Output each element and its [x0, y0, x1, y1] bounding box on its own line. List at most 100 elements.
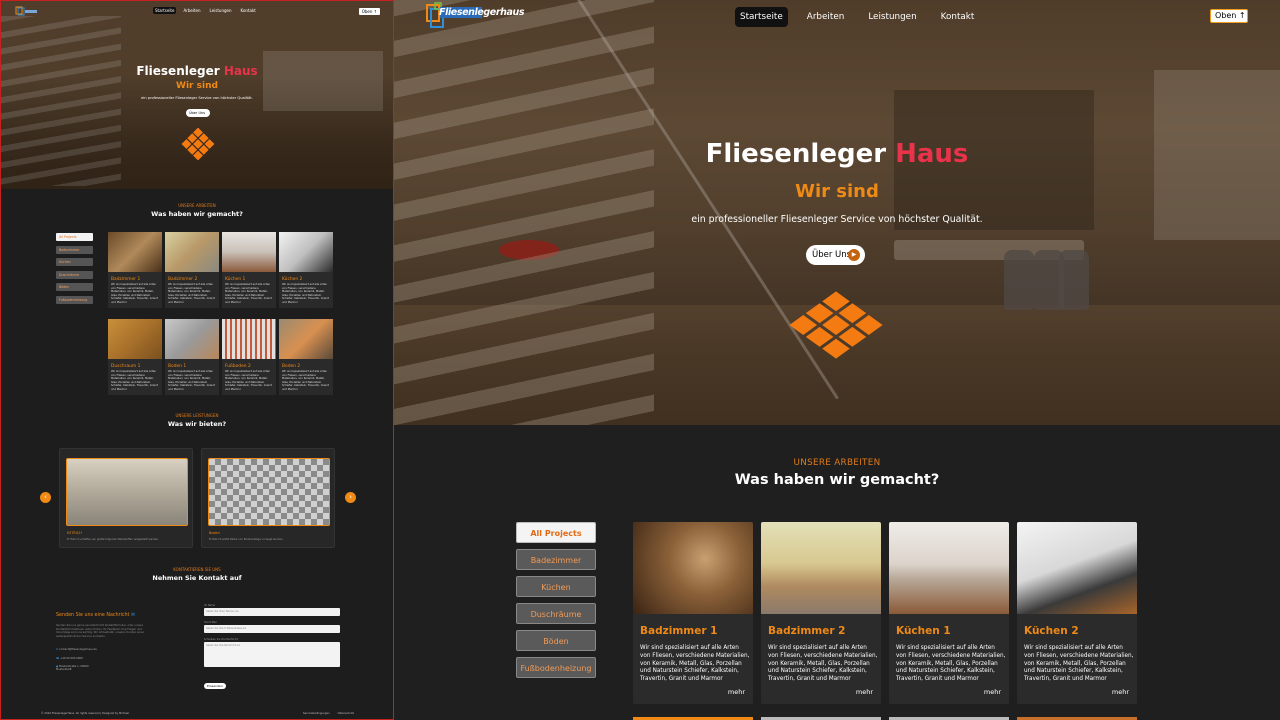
thumb-card-title: Küchen 2	[282, 277, 303, 282]
thumb-card-image	[165, 319, 219, 359]
nav-kontakt[interactable]: Kontakt	[936, 7, 980, 27]
filter-boden[interactable]: Böden	[516, 630, 596, 651]
thumb-filter-all[interactable]: All Projects	[56, 233, 93, 241]
thumb-card-text: Wir sind spezialisiert auf alle Arten vo…	[168, 283, 215, 304]
thumb-phone-text: +49 00 000 0000	[60, 657, 83, 660]
project-card[interactable]: Küchen 2 Wir sind spezialisiert auf alle…	[1017, 522, 1137, 704]
thumb-card[interactable]: Küchen 2 Wir sind spezialisiert auf alle…	[279, 232, 333, 308]
thumb-card-title: Badzimmer 2	[168, 277, 198, 282]
thumb-contact-heading-text: Senden Sie uns eine Nachricht	[56, 613, 130, 618]
thumb-filter-kuchen[interactable]: Küchen	[56, 258, 93, 267]
thumb-card[interactable]: Küchen 1 Wir sind spezialisiert auf alle…	[222, 232, 276, 308]
thumb-hero-tagline: ein professioneller Fliesenleger Service…	[141, 96, 253, 100]
project-card[interactable]: Küchen 1 Wir sind spezialisiert auf alle…	[889, 522, 1009, 704]
arrow-up-icon: ↑	[1238, 11, 1246, 20]
filter-fussbodenheizung[interactable]: Fußbodenheizung	[516, 657, 596, 678]
thumb-footer-link-privacy[interactable]: Datenschutz	[338, 712, 354, 715]
thumb-filter-duschraume[interactable]: Duschräume	[56, 270, 93, 279]
thumb-card[interactable]: Badzimmer 1 Wir sind spezialisiert auf a…	[108, 232, 162, 308]
thumb-service-card[interactable]: ESTRICH Er Estrich schaffen ein glatte f…	[59, 448, 193, 548]
filter-badezimmer[interactable]: Badezimmer	[516, 549, 596, 570]
thumb-message-field[interactable]: Geben Sie Ihre Nachricht ein	[204, 642, 340, 667]
thumb-card-text: Wir sind spezialisiert auf alle Arten vo…	[168, 370, 215, 391]
thumb-submit-button[interactable]: Einsenden	[204, 683, 226, 689]
thumb-carousel-prev-icon[interactable]: ‹	[40, 492, 51, 503]
thumb-email-text: contact@fliesenlegerhaus.de	[59, 648, 97, 651]
thumb-card[interactable]: Duschraum 1 Wir sind spezialisiert auf a…	[108, 319, 162, 395]
more-link[interactable]: mehr	[1112, 688, 1129, 696]
nav-startseite[interactable]: Startseite	[735, 7, 788, 27]
thumb-card-title: Duschraum 1	[111, 364, 141, 369]
project-title: Badzimmer 2	[768, 625, 846, 637]
email-icon: ✉	[56, 648, 59, 651]
nav-arbeiten[interactable]: Arbeiten	[802, 7, 850, 27]
thumb-card-image	[165, 232, 219, 272]
thumb-services-title: Was wir bieten?	[167, 420, 227, 428]
thumb-filter-boden[interactable]: Böden	[56, 283, 93, 292]
hero-subtitle: Wir sind	[795, 181, 879, 202]
phone-icon: ☎	[56, 657, 60, 660]
more-link[interactable]: mehr	[856, 688, 873, 696]
nav-leistungen[interactable]: Leistungen	[863, 7, 921, 27]
uber-uns-button[interactable]: Über Uns ▶	[806, 245, 865, 265]
thumb-form-label-name: Ihr Name	[204, 604, 216, 607]
more-link[interactable]: mehr	[728, 688, 745, 696]
thumb-email-field[interactable]: Geben Sie Ihre E-Mail-Adresse ein	[204, 625, 340, 633]
site-logo[interactable]: Fliesenlegerhaus	[426, 2, 525, 30]
project-text: Wir sind spezialisiert auf alle Arten vo…	[640, 645, 750, 683]
project-title: Badzimmer 1	[640, 625, 718, 637]
screenshot-canvas: Startseite Arbeiten Leistungen Kontakt O…	[0, 0, 1280, 720]
thumb-hero-title: Fliesenleger Haus	[1, 64, 393, 78]
main-nav: Startseite Arbeiten Leistungen Kontakt	[735, 7, 993, 27]
project-title: Küchen 2	[1024, 625, 1079, 637]
filter-all-projects[interactable]: All Projects	[516, 522, 596, 543]
thumb-card[interactable]: Boden 1 Wir sind spezialisiert auf alle …	[165, 319, 219, 395]
thumb-nav-kontakt[interactable]: Kontakt	[239, 7, 258, 14]
thumb-footer-link-terms[interactable]: Servicebedingungen	[303, 712, 330, 715]
thumb-name-field[interactable]: Geben Sie Ihren Namen ein	[204, 608, 340, 616]
thumb-card-title: Küchen 1	[225, 277, 246, 282]
thumb-card[interactable]: Fußboden 2 Wir sind spezialisiert auf al…	[222, 319, 276, 395]
filter-duschraume[interactable]: Duschräume	[516, 603, 596, 624]
thumb-works-title: Was haben wir gemacht?	[151, 210, 243, 218]
thumb-card-text: Wir sind spezialisiert auf alle Arten vo…	[111, 283, 158, 304]
project-card[interactable]: Badzimmer 2 Wir sind spezialisiert auf a…	[761, 522, 881, 704]
project-image	[761, 522, 881, 614]
project-image	[633, 522, 753, 614]
thumb-services-small: UNSERE LEISTUNGEN	[175, 413, 219, 418]
thumb-card-image	[222, 232, 276, 272]
thumb-oben-button[interactable]: Oben ↑	[358, 8, 380, 15]
thumb-card-image	[222, 319, 276, 359]
hero-title-a: Fliesenleger	[705, 139, 887, 169]
thumb-logo-icon[interactable]	[15, 6, 39, 16]
thumb-nav-leistungen[interactable]: Leistungen	[208, 7, 234, 14]
thumb-card[interactable]: Badzimmer 2 Wir sind spezialisiert auf a…	[165, 232, 219, 308]
thumb-nav-links: Startseite Arbeiten Leistungen Kontakt	[153, 7, 258, 14]
thumb-service-card[interactable]: Boden Er Estrich wählt Reihe von Bodenbe…	[201, 448, 335, 548]
thumb-carousel-next-icon[interactable]: ›	[345, 492, 356, 503]
hero-section: Fliesenlegerhaus Startseite Arbeiten Lei…	[394, 0, 1280, 425]
thumb-nav-arbeiten[interactable]: Arbeiten	[181, 7, 202, 14]
thumb-tile-logo-icon	[181, 128, 215, 160]
thumb-contact-heading: Senden Sie uns eine Nachricht ✉	[56, 613, 135, 618]
oben-button[interactable]: Oben ↑	[1210, 9, 1248, 23]
thumb-filter-badezimmer[interactable]: Badezimmer	[56, 245, 93, 254]
works-section-title: Was haben wir gemacht?	[734, 472, 940, 488]
thumb-service-title: Boden	[209, 531, 220, 535]
thumb-contact-small: KONTAKTIEREN SIE UNS	[173, 567, 221, 572]
thumb-filter-fussbodenheizung[interactable]: Fußbodenheizung	[56, 295, 93, 304]
thumb-nav-startseite[interactable]: Startseite	[153, 7, 177, 14]
thumb-card[interactable]: Boden 2 Wir sind spezialisiert auf alle …	[279, 319, 333, 395]
thumb-card-image	[108, 232, 162, 272]
project-card[interactable]: Badzimmer 1 Wir sind spezialisiert auf a…	[633, 522, 753, 704]
thumb-card-title: Badzimmer 1	[111, 277, 141, 282]
thumb-uber-uns-button[interactable]: Über Uns	[186, 109, 210, 117]
thumb-card-title: Boden 2	[282, 364, 301, 369]
filter-kuchen[interactable]: Küchen	[516, 576, 596, 597]
more-link[interactable]: mehr	[984, 688, 1001, 696]
page-viewport: Fliesenlegerhaus Startseite Arbeiten Lei…	[394, 0, 1280, 720]
hero-tagline: ein professioneller Fliesenleger Service…	[691, 214, 983, 225]
thumb-hero-title-b: Haus	[223, 64, 258, 78]
works-section-label: UNSERE ARBEITEN	[793, 458, 881, 468]
thumb-navbar: Startseite Arbeiten Leistungen Kontakt O…	[1, 4, 393, 16]
